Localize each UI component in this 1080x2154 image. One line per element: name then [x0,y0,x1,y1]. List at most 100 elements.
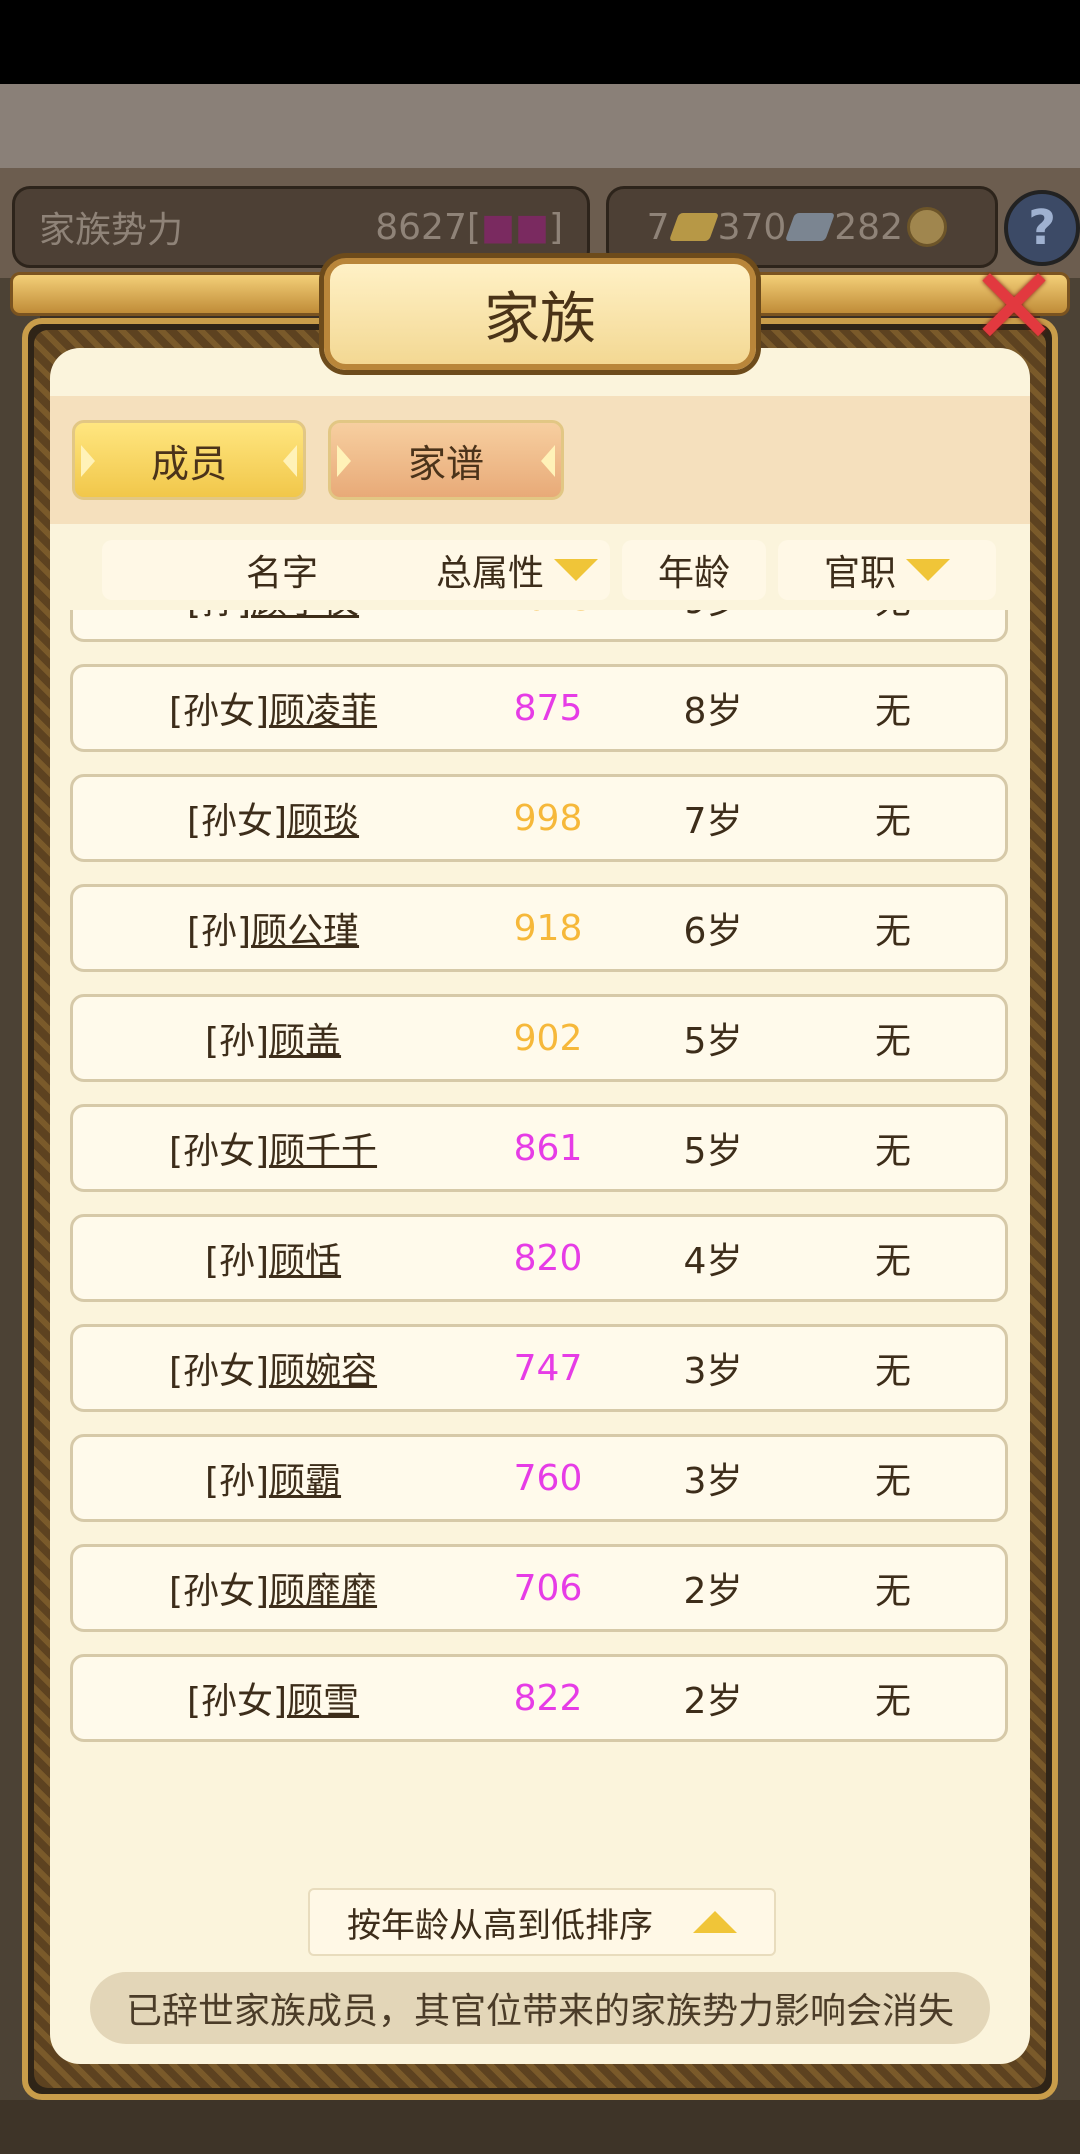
member-name-link[interactable]: 顾婉容 [269,1342,377,1394]
tab-members-label: 成员 [150,441,227,486]
member-office: 无 [874,1241,911,1282]
member-relation: [孙] [187,610,251,624]
member-attr: 875 [513,687,583,729]
member-name-link[interactable]: 顾靡靡 [269,1562,377,1614]
member-attr: 822 [513,1677,583,1719]
member-attr: 861 [513,1127,583,1169]
member-row[interactable]: [孙] 顾恬 820 4岁 无 [70,1214,1008,1302]
member-office: 无 [823,610,963,639]
member-office: 无 [874,911,911,952]
member-name-link[interactable]: 顾霸 [269,1452,341,1504]
member-row[interactable]: [孙女] 顾靡靡 706 2岁 无 [70,1544,1008,1632]
column-header-office[interactable]: 官职 [778,540,996,600]
close-button[interactable]: ✕ [964,254,1064,362]
sort-down-icon [554,559,598,581]
member-name-cell: [孙女] 顾雪 [113,1657,433,1739]
member-office: 无 [874,1351,911,1392]
silver-count: 370 [717,206,787,248]
member-relation: [孙] [204,1021,270,1062]
column-header-name: 名字 [102,540,462,600]
member-relation: [孙女] [186,1681,288,1722]
member-row[interactable]: [孙女] 顾雪 822 2岁 无 [70,1654,1008,1742]
coin-icon [907,207,947,247]
member-age: 3岁 [683,1461,743,1502]
member-age: 8岁 [683,691,743,732]
member-name-link[interactable]: 顾雪 [287,1672,359,1724]
member-attr: 760 [513,1457,583,1499]
member-attr: 706 [513,1567,583,1609]
member-row[interactable]: [孙] 顾公瑾 918 6岁 无 [70,884,1008,972]
member-attr: 747 [513,1347,583,1389]
member-name-cell: [孙] 顾霸 [113,1437,433,1519]
member-age: 6岁 [683,911,743,952]
silver-ingot-icon [785,213,836,241]
member-office: 无 [874,801,911,842]
member-name-cell: [孙女] 顾千千 [113,1107,433,1189]
member-age: 5岁 [683,1131,743,1172]
column-header-attr[interactable]: 总属性 [424,540,610,600]
member-relation: [孙女] [186,801,288,842]
close-icon: ✕ [968,245,1060,370]
member-attr: 1073 [463,610,633,639]
member-attr: 998 [513,797,583,839]
member-office: 无 [874,1461,911,1502]
member-name-link[interactable]: 顾子仪 [251,610,359,624]
member-relation: [孙女] [168,1571,270,1612]
member-name-link[interactable]: 顾千千 [269,1122,377,1174]
member-row[interactable]: [孙女] 顾千千 861 5岁 无 [70,1104,1008,1192]
member-age: 5岁 [683,1021,743,1062]
tab-members[interactable]: 成员 [72,420,306,500]
member-row[interactable]: [孙] 顾盖 902 5岁 无 [70,994,1008,1082]
member-name-cell: [孙] 顾公瑾 [113,887,433,969]
coin-count: 282 [834,206,903,248]
family-power-label: 家族势力 [39,210,184,251]
tab-family-tree[interactable]: 家谱 [328,420,564,500]
gold-count: 7 [646,206,670,248]
member-name-cell: [孙]顾子仪 [113,610,433,639]
dialog-title-plaque: 家族 [324,258,756,370]
sort-up-icon [693,1911,737,1933]
member-row[interactable]: [孙女] 顾琰 998 7岁 无 [70,774,1008,862]
member-name-link[interactable]: 顾恬 [269,1232,341,1284]
resource-display: 7 370 282 [606,186,998,268]
tab-family-tree-label: 家谱 [407,441,484,486]
background-bottom [0,2100,1080,2154]
member-age: 9岁 [643,610,783,639]
member-row[interactable]: [孙女] 顾凌菲 875 8岁 无 [70,664,1008,752]
member-relation: [孙] [186,911,252,952]
member-row[interactable]: [孙]顾子仪 1073 9岁 无 [70,610,1008,642]
member-row[interactable]: [孙] 顾霸 760 3岁 无 [70,1434,1008,1522]
member-relation: [孙] [204,1461,270,1502]
member-attr: 918 [513,907,583,949]
dialog-title: 家族 [484,286,596,352]
column-header-age: 年龄 [622,540,766,600]
member-name-link[interactable]: 顾凌菲 [269,682,377,734]
member-name-cell: [孙] 顾恬 [113,1217,433,1299]
member-name-link[interactable]: 顾琰 [287,792,359,844]
member-office: 无 [874,1131,911,1172]
member-name-cell: [孙女] 顾凌菲 [113,667,433,749]
member-office: 无 [874,1571,911,1612]
member-name-cell: [孙女] 顾靡靡 [113,1547,433,1629]
member-office: 无 [874,1681,911,1722]
family-power-rank: ■■ [480,206,549,248]
member-age: 4岁 [683,1241,743,1282]
member-age: 3岁 [683,1351,743,1392]
top-band [0,84,1080,168]
status-bar [0,0,1080,84]
member-relation: [孙女] [168,1131,270,1172]
sort-order-button[interactable]: 按年龄从高到低排序 [308,1888,776,1956]
family-dialog: 成员 家谱 名字 总属性 年龄 官职 [孙]顾子仪10739岁无[孙女]顾凌菲8… [50,348,1030,2064]
family-power-display: 家族势力 8627[■■] [12,186,590,268]
member-relation: [孙] [204,1241,270,1282]
member-name-cell: [孙女] 顾婉容 [113,1327,433,1409]
family-power-value: 8627[■■] [375,206,563,248]
member-age: 2岁 [683,1681,743,1722]
member-name-link[interactable]: 顾公瑾 [251,902,359,954]
member-name-cell: [孙] 顾盖 [113,997,433,1079]
notice-banner: 已辞世家族成员，其官位带来的家族势力影响会消失 [90,1972,990,2044]
member-name-cell: [孙女] 顾琰 [113,777,433,859]
member-list[interactable]: [孙]顾子仪10739岁无[孙女]顾凌菲8758岁无[孙女]顾琰9987岁无[孙… [50,610,1030,1754]
member-name-link[interactable]: 顾盖 [269,1012,341,1064]
member-row[interactable]: [孙女] 顾婉容 747 3岁 无 [70,1324,1008,1412]
